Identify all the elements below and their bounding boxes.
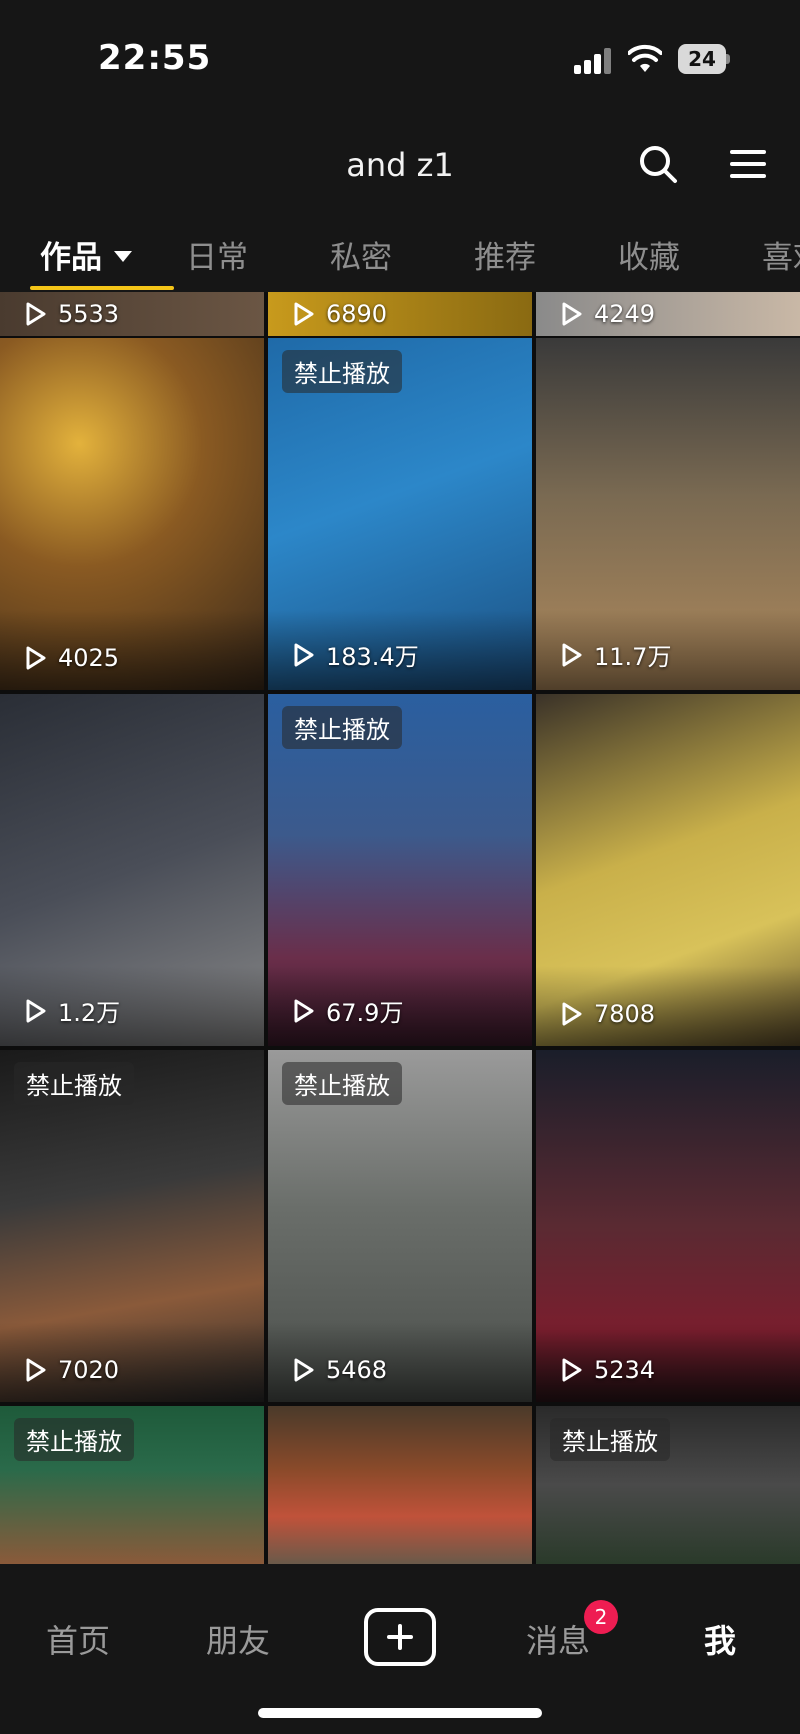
view-count: 11.7万 bbox=[558, 637, 671, 672]
status-time: 22:55 bbox=[98, 38, 212, 78]
nav-messages[interactable]: 消息 bbox=[526, 1616, 590, 1662]
battery-icon: 24 bbox=[678, 44, 730, 74]
video-thumbnail[interactable]: 4249 bbox=[536, 292, 800, 336]
blocked-badge: 禁止播放 bbox=[14, 1418, 134, 1461]
active-tab-indicator bbox=[30, 286, 174, 290]
signal-icon bbox=[574, 48, 612, 74]
search-icon[interactable] bbox=[636, 142, 680, 186]
play-icon bbox=[26, 1358, 46, 1382]
play-icon bbox=[294, 302, 314, 326]
video-thumbnail[interactable]: 禁止播放 5468 bbox=[268, 1050, 532, 1402]
nav-me[interactable]: 我 bbox=[704, 1616, 736, 1662]
video-thumbnail[interactable]: 11.7万 bbox=[536, 338, 800, 690]
bottom-nav: 首页 朋友 消息 2 我 bbox=[0, 1564, 800, 1734]
tab-label: 作品 bbox=[40, 240, 102, 276]
content-tabs: 作品 日常 私密 推荐 收藏 喜欢 bbox=[0, 222, 800, 292]
play-icon bbox=[294, 1358, 314, 1382]
tab-daily[interactable]: 日常 bbox=[186, 232, 248, 277]
view-count: 1.2万 bbox=[22, 993, 120, 1028]
video-thumbnail[interactable] bbox=[268, 1406, 532, 1564]
nav-friends[interactable]: 朋友 bbox=[206, 1616, 270, 1662]
play-icon bbox=[26, 999, 46, 1022]
tab-works[interactable]: 作品 bbox=[40, 232, 132, 277]
nav-home[interactable]: 首页 bbox=[46, 1616, 110, 1662]
view-count: 6890 bbox=[290, 300, 387, 328]
profile-header: and z1 bbox=[0, 120, 800, 210]
video-thumbnail[interactable]: 禁止播放 183.4万 bbox=[268, 338, 532, 690]
video-thumbnail[interactable]: 1.2万 bbox=[0, 694, 264, 1046]
tab-likes[interactable]: 喜欢 bbox=[762, 232, 800, 277]
blocked-badge: 禁止播放 bbox=[14, 1062, 134, 1105]
view-count: 67.9万 bbox=[290, 993, 403, 1028]
battery-level: 24 bbox=[678, 44, 726, 74]
blocked-badge: 禁止播放 bbox=[282, 1062, 402, 1105]
play-icon bbox=[294, 643, 314, 666]
play-icon bbox=[294, 999, 314, 1022]
blocked-badge: 禁止播放 bbox=[550, 1418, 670, 1461]
view-count: 7020 bbox=[22, 1356, 119, 1384]
video-thumbnail[interactable]: 5234 bbox=[536, 1050, 800, 1402]
view-count: 4249 bbox=[558, 300, 655, 328]
play-icon bbox=[26, 646, 46, 670]
play-icon bbox=[26, 302, 46, 326]
page-title: and z1 bbox=[346, 146, 454, 184]
blocked-badge: 禁止播放 bbox=[282, 350, 402, 393]
view-count: 5234 bbox=[558, 1356, 655, 1384]
play-icon bbox=[562, 643, 582, 666]
home-indicator bbox=[258, 1708, 542, 1718]
video-thumbnail[interactable]: 禁止播放 7020 bbox=[0, 1050, 264, 1402]
play-icon bbox=[562, 1358, 582, 1382]
video-thumbnail[interactable]: 禁止播放 67.9万 bbox=[268, 694, 532, 1046]
video-thumbnail[interactable]: 禁止播放 bbox=[0, 1406, 264, 1564]
tab-private[interactable]: 私密 bbox=[330, 232, 392, 277]
video-thumbnail[interactable]: 4025 bbox=[0, 338, 264, 690]
tab-favorites[interactable]: 收藏 bbox=[618, 232, 680, 277]
tab-recommended[interactable]: 推荐 bbox=[474, 232, 536, 277]
view-count: 183.4万 bbox=[290, 637, 419, 672]
view-count: 7808 bbox=[558, 1000, 655, 1028]
messages-badge: 2 bbox=[584, 1600, 618, 1634]
view-count: 4025 bbox=[22, 644, 119, 672]
menu-icon[interactable] bbox=[728, 144, 768, 184]
blocked-badge: 禁止播放 bbox=[282, 706, 402, 749]
view-count: 5533 bbox=[22, 300, 119, 328]
wifi-icon bbox=[628, 44, 662, 72]
play-icon bbox=[562, 1002, 582, 1026]
dropdown-arrow-icon bbox=[114, 251, 132, 262]
video-thumbnail[interactable]: 7808 bbox=[536, 694, 800, 1046]
status-bar: 22:55 24 bbox=[0, 0, 800, 120]
video-thumbnail[interactable]: 6890 bbox=[268, 292, 532, 336]
play-icon bbox=[562, 302, 582, 326]
view-count: 5468 bbox=[290, 1356, 387, 1384]
video-thumbnail[interactable]: 5533 bbox=[0, 292, 264, 336]
video-grid: 5533 6890 4249 4025 禁止播放 183.4万 11.7万 1.… bbox=[0, 292, 800, 1564]
video-thumbnail[interactable]: 禁止播放 bbox=[536, 1406, 800, 1564]
create-button[interactable] bbox=[364, 1608, 436, 1666]
